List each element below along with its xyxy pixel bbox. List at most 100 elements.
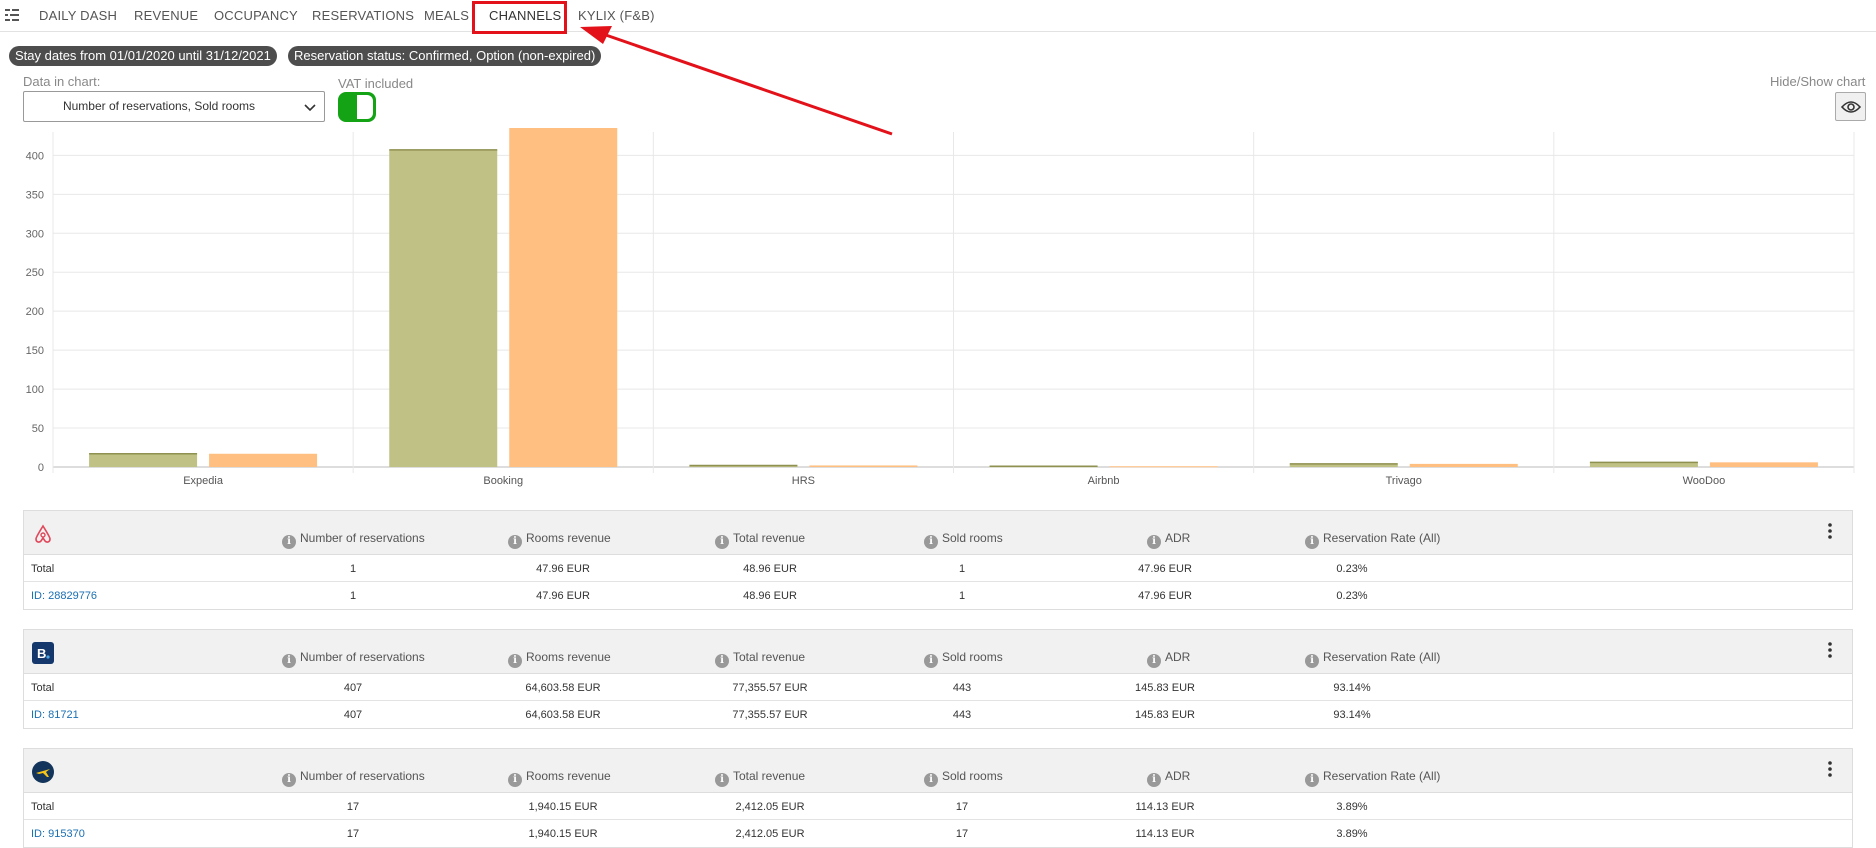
chart-bar: [209, 453, 318, 467]
channel-card: i Number of reservations i Rooms revenue i To…: [23, 510, 1853, 610]
info-icon[interactable]: i: [1305, 773, 1319, 787]
table-cell: 77,355.57 EUR: [732, 709, 808, 721]
y-tick-label: 150: [26, 345, 44, 357]
table-cell: 2,412.05 EUR: [735, 828, 805, 840]
toggle-knob: [357, 95, 373, 119]
tab-meals[interactable]: MEALS: [424, 8, 469, 23]
info-icon[interactable]: i: [715, 654, 729, 668]
column-header: i Total revenue: [715, 531, 805, 549]
booking-icon: B: [32, 642, 54, 664]
column-header: i Sold rooms: [924, 650, 1003, 668]
table-cell: 77,355.57 EUR: [732, 682, 808, 694]
column-header: i Sold rooms: [924, 531, 1003, 549]
column-header: i Reservation Rate (All): [1305, 769, 1440, 787]
y-tick-label: 250: [26, 267, 44, 279]
table-cell: 48.96 EUR: [743, 563, 797, 575]
info-icon[interactable]: i: [715, 773, 729, 787]
info-icon[interactable]: i: [508, 773, 522, 787]
info-icon[interactable]: i: [508, 535, 522, 549]
info-icon[interactable]: i: [924, 535, 938, 549]
column-header-label: Number of reservations: [300, 769, 425, 783]
column-header-label: ADR: [1165, 531, 1191, 545]
tab-occupancy[interactable]: OCCUPANCY: [214, 8, 298, 23]
info-icon[interactable]: i: [1305, 654, 1319, 668]
hide-show-chart-button[interactable]: [1835, 92, 1866, 121]
table-cell: 64,603.58 EUR: [525, 682, 601, 694]
y-tick-label: 0: [38, 462, 44, 474]
row-label: Total: [31, 801, 55, 813]
chart-bar: [389, 149, 498, 467]
tab-reservations[interactable]: RESERVATIONS: [312, 8, 414, 23]
more-options-icon[interactable]: [1828, 523, 1832, 539]
table-cell: 407: [343, 709, 363, 721]
column-header-label: ADR: [1165, 650, 1191, 664]
more-options-icon[interactable]: [1828, 761, 1832, 777]
table-cell: 1: [349, 590, 357, 602]
active-tab-highlight: [472, 1, 567, 34]
table-cell: 17: [955, 801, 969, 813]
channel-id-link[interactable]: ID: 28829776: [31, 590, 97, 602]
info-icon[interactable]: i: [508, 654, 522, 668]
column-header-label: Rooms revenue: [526, 531, 611, 545]
table-cell: 0.23%: [1336, 563, 1368, 575]
column-header-label: Reservation Rate (All): [1323, 531, 1441, 545]
table-cell: 47.96 EUR: [1138, 563, 1192, 575]
x-tick-label: Trivago: [1386, 475, 1422, 487]
table-cell: 47.96 EUR: [536, 590, 590, 602]
table-cell: 145.83 EUR: [1135, 709, 1195, 721]
info-icon[interactable]: i: [924, 773, 938, 787]
more-options-icon[interactable]: [1828, 642, 1832, 658]
column-header: i Total revenue: [715, 650, 805, 668]
channel-id-link[interactable]: ID: 915370: [31, 828, 85, 840]
info-icon[interactable]: i: [924, 654, 938, 668]
column-header-label: Rooms revenue: [526, 769, 611, 783]
info-icon[interactable]: i: [1147, 654, 1161, 668]
chart-bar: [1109, 466, 1218, 468]
info-icon[interactable]: i: [282, 773, 296, 787]
column-header: i ADR: [1147, 769, 1190, 787]
eye-icon: [1841, 101, 1861, 113]
row-label: Total: [31, 563, 55, 575]
vat-toggle[interactable]: [338, 92, 376, 122]
column-header-label: Total revenue: [733, 769, 806, 783]
expedia-icon: [32, 761, 54, 783]
info-icon[interactable]: i: [1147, 535, 1161, 549]
channel-id-link[interactable]: ID: 81721: [31, 709, 79, 721]
table-cell: 443: [952, 682, 972, 694]
table-cell: 1: [958, 563, 966, 575]
column-header: i Reservation Rate (All): [1305, 650, 1440, 668]
data-in-chart-select[interactable]: Number of reservations, Sold rooms: [23, 91, 325, 122]
column-header-label: Number of reservations: [300, 650, 425, 664]
table-row: Total 17 1,940.15 EUR 2,412.05 EUR 17 114.13 …: [24, 793, 1852, 820]
table-cell: 0.23%: [1336, 590, 1368, 602]
info-icon[interactable]: i: [282, 654, 296, 668]
table-row: ID: 81721 407 64,603.58 EUR 77,355.57 EUR 44…: [24, 701, 1852, 728]
table-cell: 93.14%: [1333, 709, 1371, 721]
card-header: i Number of reservations i Rooms revenue i To…: [24, 749, 1852, 793]
column-header: i Rooms revenue: [508, 650, 611, 668]
y-tick-label: 300: [26, 228, 44, 240]
info-icon[interactable]: i: [1305, 535, 1319, 549]
column-header: i Number of reservations: [282, 531, 425, 549]
tab-revenue[interactable]: REVENUE: [134, 8, 198, 23]
info-icon[interactable]: i: [282, 535, 296, 549]
table-cell: 47.96 EUR: [536, 563, 590, 575]
table-cell: 2,412.05 EUR: [735, 801, 805, 813]
column-header: i Total revenue: [715, 769, 805, 787]
card-header: Bi Number of reservations i Rooms revenue i T…: [24, 630, 1852, 674]
column-header-label: Total revenue: [733, 650, 806, 664]
menu-toggle-icon[interactable]: [4, 7, 20, 23]
info-icon[interactable]: i: [715, 535, 729, 549]
data-in-chart-value: Number of reservations, Sold rooms: [62, 99, 256, 113]
table-cell: 17: [955, 828, 969, 840]
column-header-label: Sold rooms: [942, 531, 1003, 545]
table-cell: 17: [346, 801, 360, 813]
table-row: Total 1 47.96 EUR 48.96 EUR 1 47.96 EUR 0.23%: [24, 555, 1852, 582]
tab-kylix[interactable]: KYLIX (F&B): [578, 8, 655, 23]
table-cell: 114.13 EUR: [1135, 801, 1195, 813]
table-row: Total 407 64,603.58 EUR 77,355.57 EUR 443 145…: [24, 674, 1852, 701]
table-cell: 1: [958, 590, 966, 602]
info-icon[interactable]: i: [1147, 773, 1161, 787]
tab-daily-dash[interactable]: DAILY DASH: [39, 8, 117, 23]
x-tick-label: WooDoo: [1683, 475, 1726, 487]
